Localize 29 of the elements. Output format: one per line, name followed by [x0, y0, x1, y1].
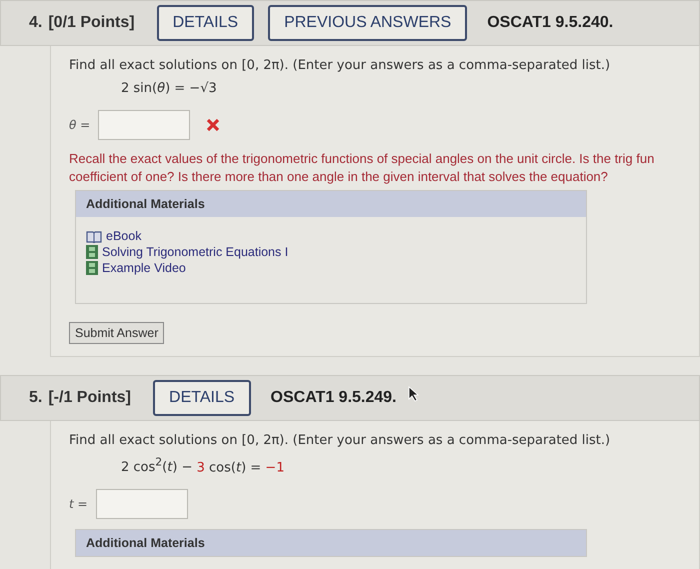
- problem-code: OSCAT1 9.5.240.: [487, 14, 614, 32]
- question-number: 4.: [29, 14, 42, 32]
- equation: 2 sin(θ) = −√3: [121, 81, 218, 96]
- material-link[interactable]: Example Video: [102, 261, 186, 275]
- points-label: [0/1 Points]: [48, 14, 135, 32]
- film-icon: [86, 245, 98, 259]
- equation: 2 cos$^{2}$(t) − 3 cos(t) = −1: [121, 456, 286, 476]
- materials-header: Additional Materials: [76, 191, 586, 217]
- answer-label: θ =: [69, 118, 90, 132]
- problem-code: OSCAT1 9.5.249.: [270, 389, 396, 407]
- hint-text: coefficient of one? Is there more than one angle in the given interval that solves the equation?: [69, 168, 609, 186]
- film-icon: [86, 261, 98, 275]
- points-label: [-/1 Points]: [48, 389, 132, 407]
- pointer-icon: [408, 386, 420, 402]
- book-icon: [86, 230, 102, 242]
- answer-field[interactable]: [96, 489, 188, 520]
- answer-label: t =: [69, 497, 88, 512]
- hint-text: Recall the exact values of the trigonometric functions of special angles on the unit circle. Is the trig fun: [69, 150, 656, 168]
- question-prompt: Find all exact solutions on [0, 2π). (Enter your answers as a comma-separated list.): [69, 433, 612, 448]
- header-button[interactable]: PREVIOUS ANSWERS: [268, 5, 468, 41]
- answer-field[interactable]: [98, 110, 190, 140]
- header-button[interactable]: DETAILS: [153, 380, 251, 416]
- materials-header: Additional Materials: [76, 530, 586, 556]
- header-button[interactable]: DETAILS: [156, 5, 254, 41]
- question-number: 5.: [29, 389, 42, 407]
- question-prompt: Find all exact solutions on [0, 2π). (Enter your answers as a comma-separated list.): [69, 58, 612, 73]
- material-link[interactable]: Solving Trigonometric Equations I: [102, 245, 288, 259]
- submit-button[interactable]: Submit Answer: [69, 322, 164, 344]
- material-link[interactable]: eBook: [106, 229, 142, 243]
